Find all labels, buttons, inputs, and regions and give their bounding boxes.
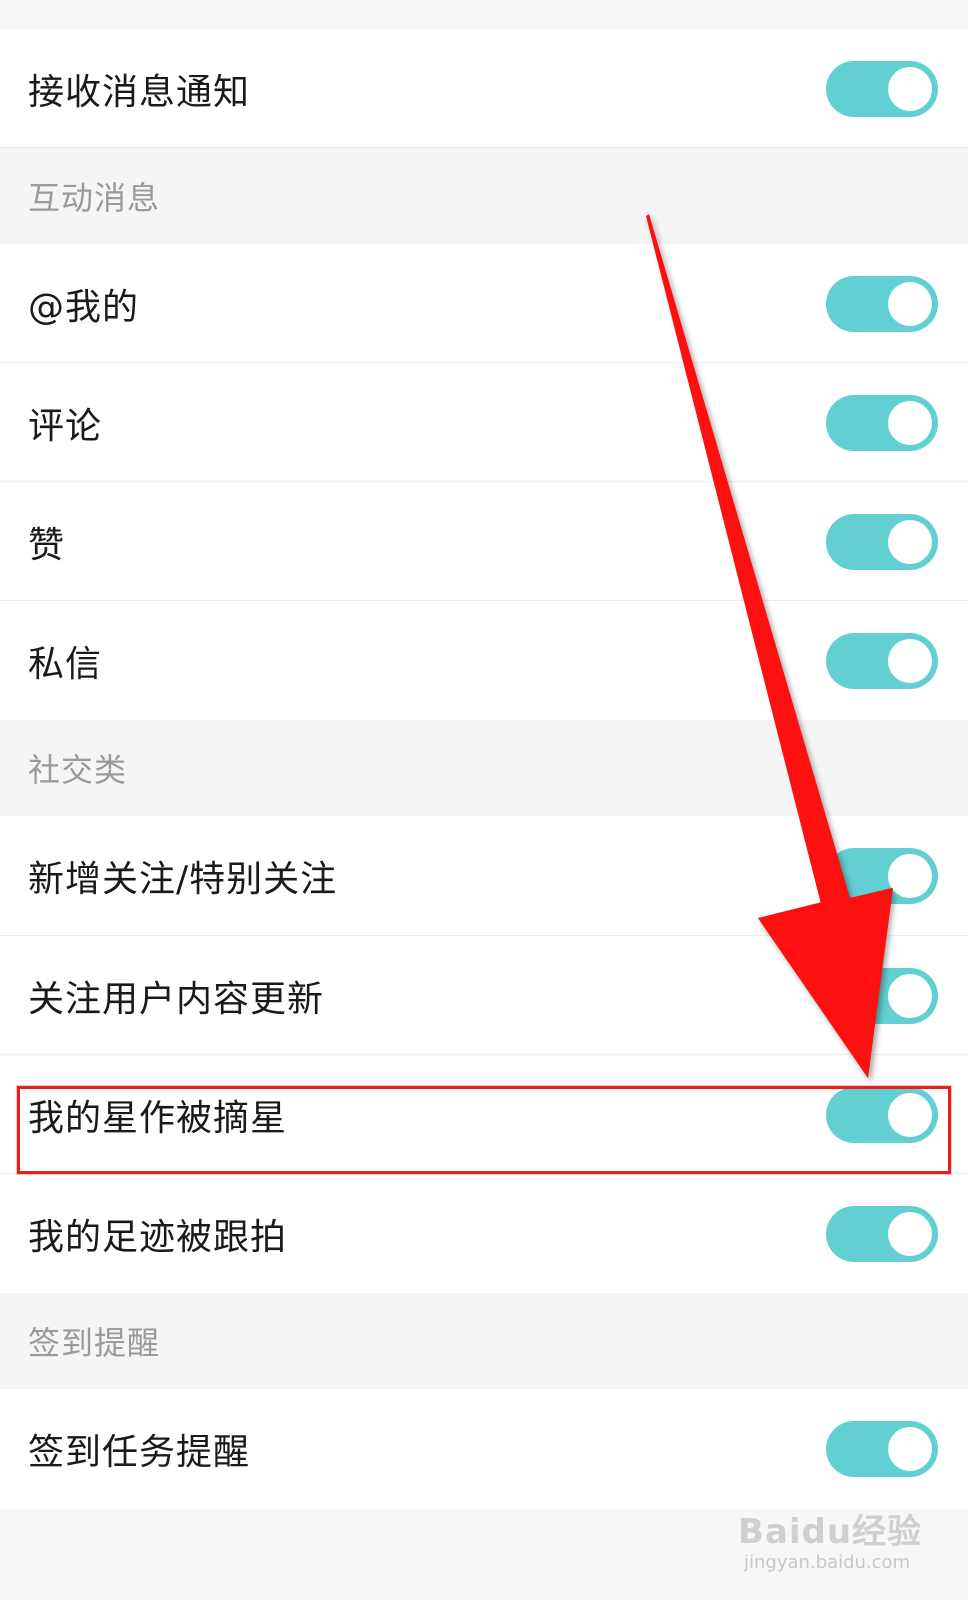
receive-notifications-row[interactable]: 接收消息通知 xyxy=(0,30,968,148)
private-messages-toggle[interactable] xyxy=(826,632,938,689)
section-title: 签到提醒 xyxy=(28,1324,161,1362)
setting-row-checkin-reminder[interactable]: 签到任务提醒 xyxy=(0,1389,968,1509)
setting-label: 我的星作被摘星 xyxy=(28,1097,288,1139)
notification-settings-page: 接收消息通知 互动消息 @我的 评论 赞 私信 社交类 新增关注/特别关注 关注… xyxy=(0,0,968,1600)
toggle-knob xyxy=(888,400,932,445)
setting-row-footprint-followed[interactable]: 我的足迹被跟拍 xyxy=(0,1174,968,1293)
toggle-knob xyxy=(888,638,932,683)
setting-row-star-picked[interactable]: 我的星作被摘星 xyxy=(0,1055,968,1174)
section-header-social: 社交类 xyxy=(0,720,968,816)
toggle-knob xyxy=(888,973,932,1018)
likes-toggle[interactable] xyxy=(826,513,938,570)
setting-row-mentions[interactable]: @我的 xyxy=(0,244,968,363)
comments-toggle[interactable] xyxy=(826,394,938,451)
new-follows-toggle[interactable] xyxy=(826,848,938,904)
setting-label: 私信 xyxy=(28,643,103,685)
receive-notifications-toggle[interactable] xyxy=(826,61,938,117)
setting-label: @我的 xyxy=(28,286,140,328)
setting-label: 赞 xyxy=(28,524,66,566)
setting-label: 评论 xyxy=(28,405,103,447)
receive-notifications-label: 接收消息通知 xyxy=(28,72,251,113)
toggle-knob xyxy=(888,281,932,326)
toggle-knob xyxy=(888,1092,932,1137)
footprint-followed-toggle[interactable] xyxy=(826,1205,938,1262)
toggle-knob xyxy=(888,67,932,111)
setting-label: 我的足迹被跟拍 xyxy=(28,1216,288,1258)
section-title: 社交类 xyxy=(28,751,128,789)
section-header-interaction: 互动消息 xyxy=(0,148,968,244)
section-header-checkin: 签到提醒 xyxy=(0,1293,968,1389)
toggle-knob xyxy=(888,854,932,898)
setting-label: 关注用户内容更新 xyxy=(28,978,325,1020)
setting-row-new-follows[interactable]: 新增关注/特别关注 xyxy=(0,816,968,936)
watermark-url: jingyan.baidu.com xyxy=(744,1552,911,1573)
mentions-toggle[interactable] xyxy=(826,275,938,332)
setting-row-private-messages[interactable]: 私信 xyxy=(0,601,968,720)
toggle-knob xyxy=(888,1211,932,1256)
setting-label: 新增关注/特别关注 xyxy=(28,859,338,900)
setting-row-comments[interactable]: 评论 xyxy=(0,363,968,482)
followed-updates-toggle[interactable] xyxy=(826,967,938,1024)
setting-row-followed-updates[interactable]: 关注用户内容更新 xyxy=(0,936,968,1055)
toggle-knob xyxy=(888,1427,932,1471)
checkin-reminder-toggle[interactable] xyxy=(826,1421,938,1477)
setting-row-likes[interactable]: 赞 xyxy=(0,482,968,601)
section-title: 互动消息 xyxy=(28,179,161,217)
watermark-brand: Baidu经验 xyxy=(738,1512,923,1552)
star-picked-toggle[interactable] xyxy=(826,1086,938,1143)
setting-label: 签到任务提醒 xyxy=(28,1432,251,1473)
toggle-knob xyxy=(888,519,932,564)
